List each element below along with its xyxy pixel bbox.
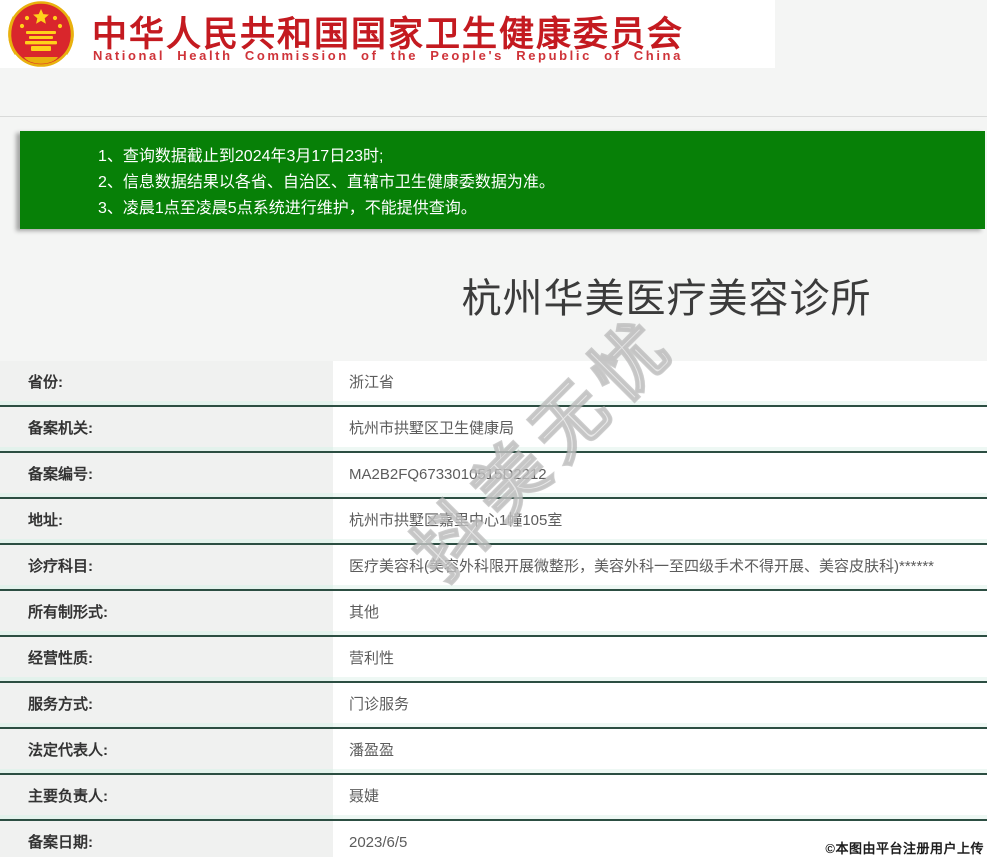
field-label: 备案日期: [0,821,333,857]
field-label: 所有制形式: [0,591,333,637]
field-value: 营利性 [333,637,987,683]
field-label: 经营性质: [0,637,333,683]
field-label: 省份: [0,361,333,407]
field-label: 备案编号: [0,453,333,499]
field-value: 聂婕 [333,775,987,821]
table-row-principal: 主要负责人: 聂婕 [0,775,987,821]
query-notice-box: 1、查询数据截止到2024年3月17日23时; 2、信息数据结果以各省、自治区、… [20,131,985,229]
header: 中华人民共和国国家卫生健康委员会 National Health Commiss… [0,0,775,68]
field-value: MA2B2FQ6733010515D2212 [333,453,987,499]
header-divider [0,116,987,117]
table-row-legal-representative: 法定代表人: 潘盈盈 [0,729,987,775]
table-row-ownership-type: 所有制形式: 其他 [0,591,987,637]
field-value: 浙江省 [333,361,987,407]
field-label: 法定代表人: [0,729,333,775]
table-row-filing-authority: 备案机关: 杭州市拱墅区卫生健康局 [0,407,987,453]
field-label: 主要负责人: [0,775,333,821]
field-label: 服务方式: [0,683,333,729]
facility-name-title: 杭州华美医疗美容诊所 [461,277,872,321]
notice-line-3: 3、凌晨1点至凌晨5点系统进行维护，不能提供查询。 [98,200,477,217]
uploader-copyright-badge: ©本图由平台注册用户上传 [825,841,984,856]
table-row-filing-number: 备案编号: MA2B2FQ6733010515D2212 [0,453,987,499]
field-label: 备案机关: [0,407,333,453]
field-value: 杭州市拱墅区卫生健康局 [333,407,987,453]
field-value: 杭州市拱墅区嘉里中心1幢105室 [333,499,987,545]
field-value: 潘盈盈 [333,729,987,775]
table-row-operating-nature: 经营性质: 营利性 [0,637,987,683]
table-row-province: 省份: 浙江省 [0,361,987,407]
china-national-emblem-icon [8,1,74,67]
notice-line-2: 2、信息数据结果以各省、自治区、直辖市卫生健康委数据为准。 [98,174,555,191]
field-label: 地址: [0,499,333,545]
field-value: 门诊服务 [333,683,987,729]
site-title-en: National Health Commission of the People… [93,48,683,63]
table-row-address: 地址: 杭州市拱墅区嘉里中心1幢105室 [0,499,987,545]
field-label: 诊疗科目: [0,545,333,591]
field-value: 其他 [333,591,987,637]
field-value: 医疗美容科(美容外科限开展微整形，美容外科一至四级手术不得开展、美容皮肤科)**… [333,545,987,591]
notice-line-1: 1、查询数据截止到2024年3月17日23时; [98,148,384,165]
table-row-service-mode: 服务方式: 门诊服务 [0,683,987,729]
table-row-clinical-departments: 诊疗科目: 医疗美容科(美容外科限开展微整形，美容外科一至四级手术不得开展、美容… [0,545,987,591]
nhc-record-page: 中华人民共和国国家卫生健康委员会 National Health Commiss… [0,0,987,857]
record-table: 省份: 浙江省 备案机关: 杭州市拱墅区卫生健康局 备案编号: MA2B2FQ6… [0,361,987,857]
